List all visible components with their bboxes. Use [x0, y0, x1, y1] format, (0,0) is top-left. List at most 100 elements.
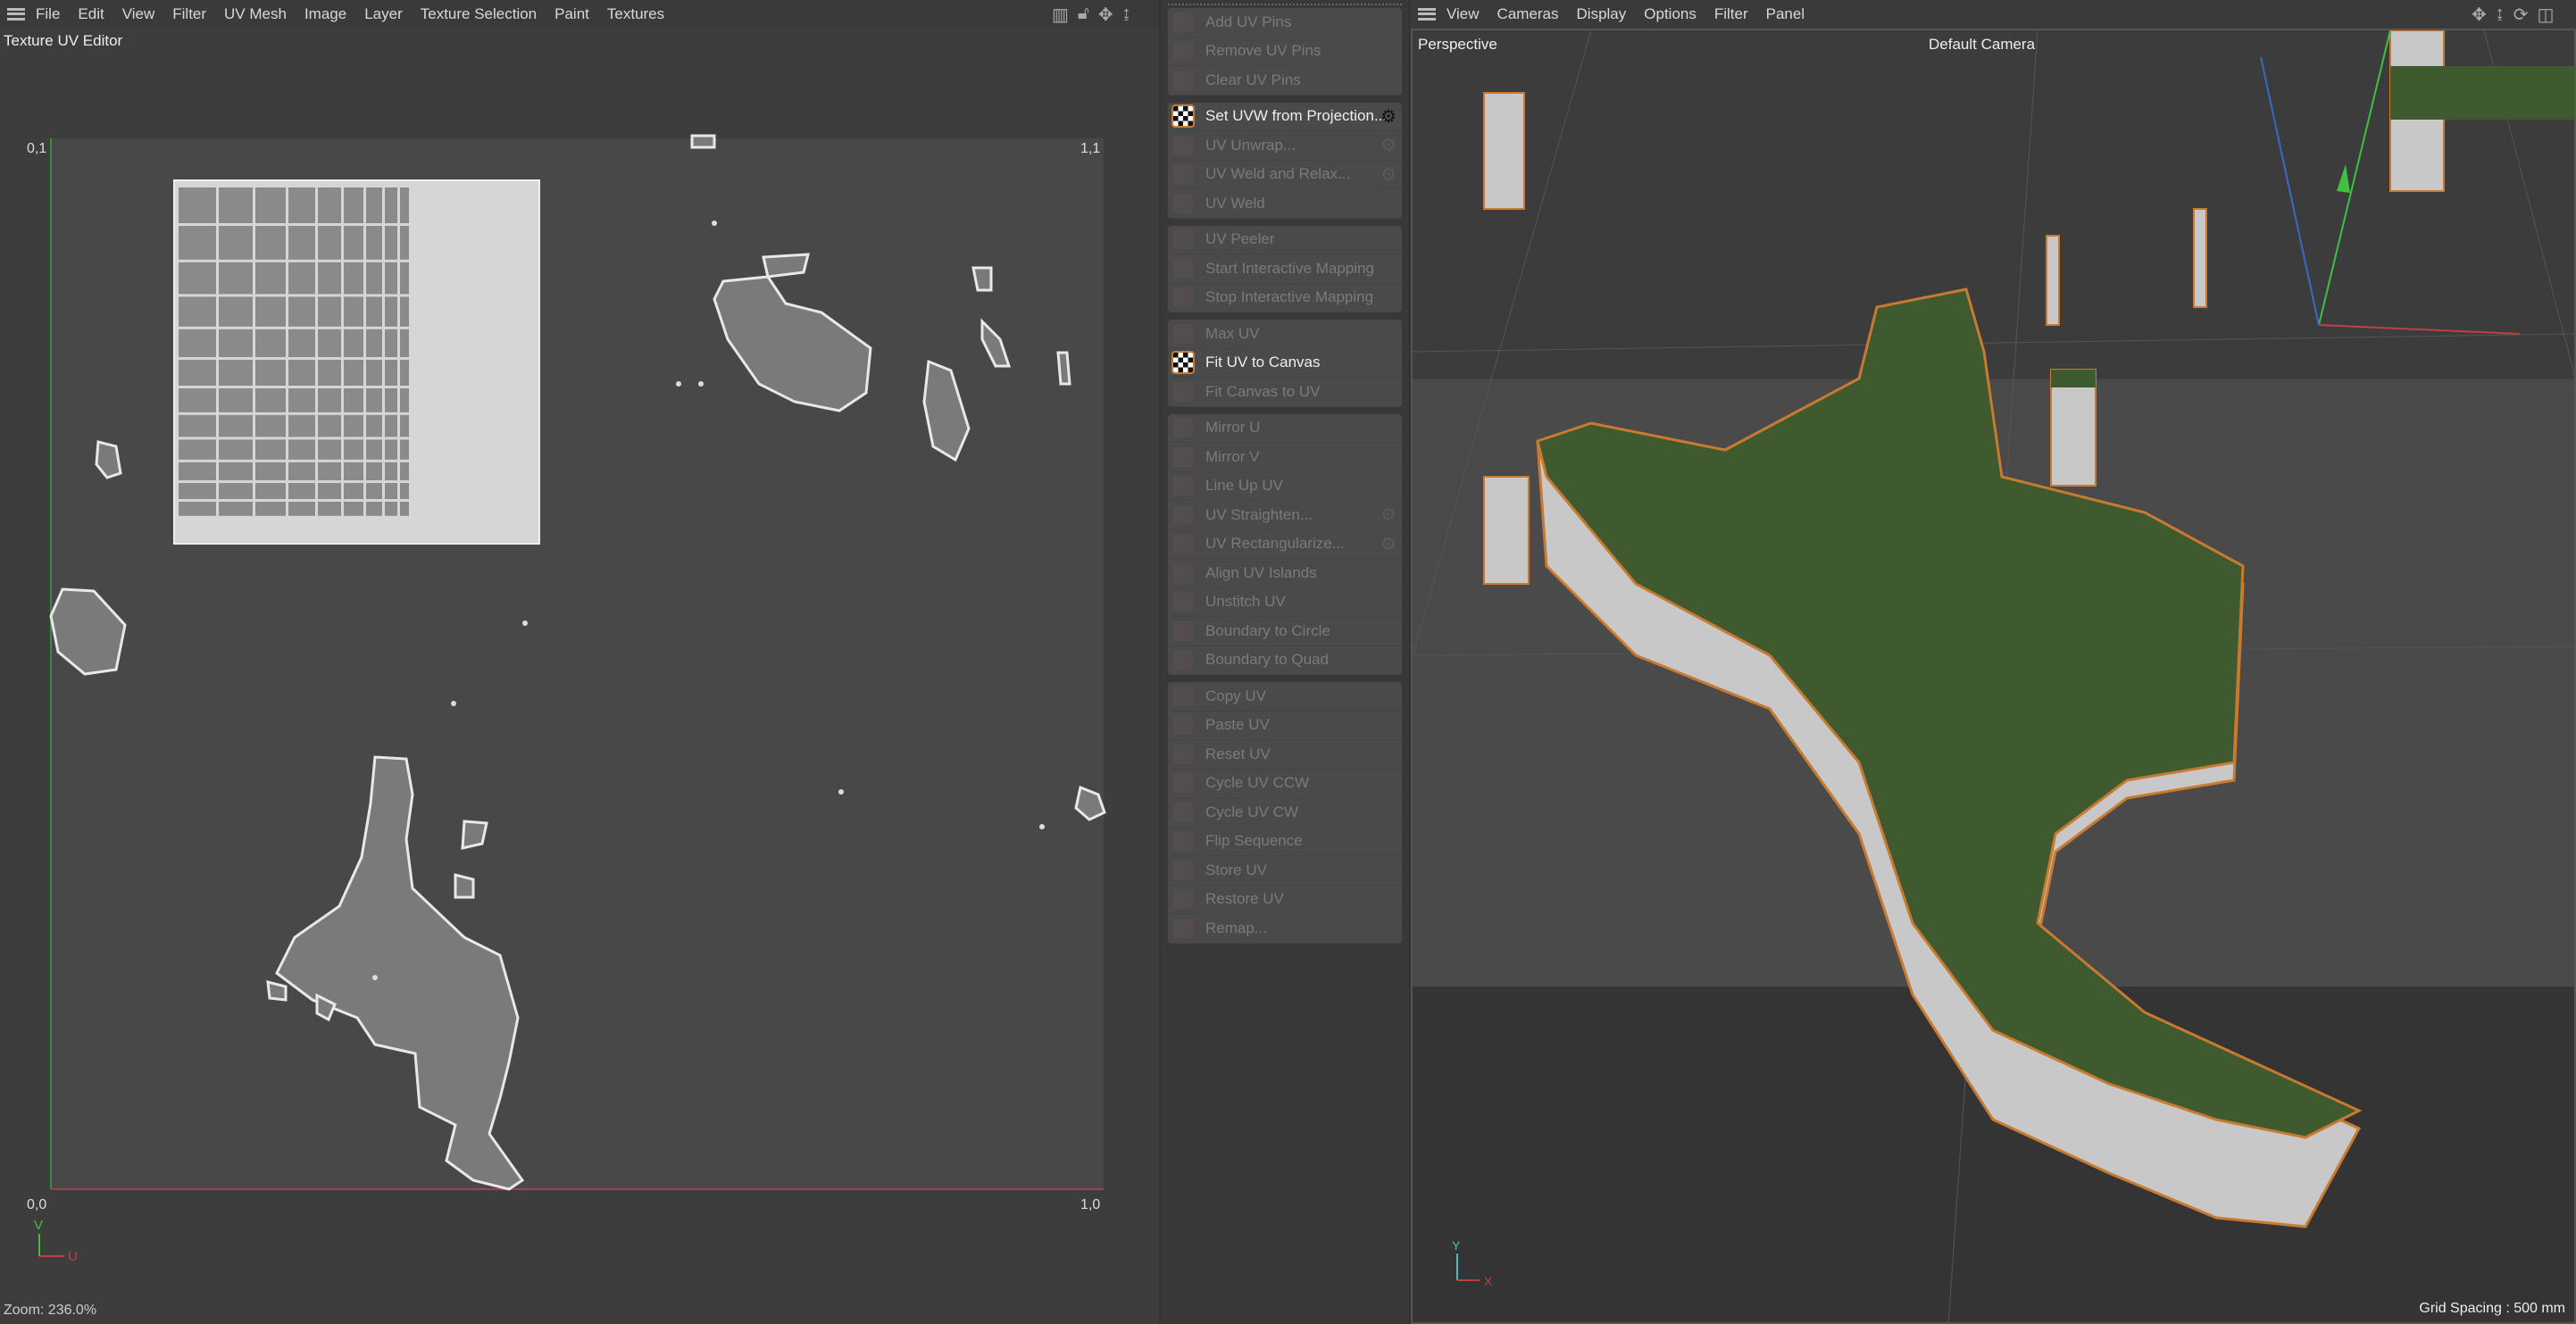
tool-label: Paste UV [1205, 716, 1270, 734]
gear-icon[interactable]: ⚙ [1380, 105, 1396, 128]
tool-clear-uv-pins[interactable]: Clear UV Pins [1168, 66, 1402, 96]
tool-uv-peeler[interactable]: UV Peeler [1168, 226, 1402, 254]
tool-group: Copy UV Paste UV Reset UV Cycle UV CCW Cycle… [1168, 682, 1402, 944]
tool-max-uv[interactable]: Max UV [1168, 320, 1402, 349]
texture-grid-island[interactable] [173, 179, 540, 545]
hamburger-menu-icon[interactable] [1418, 8, 1436, 21]
tool-align-uv-islands[interactable]: Align UV Islands [1168, 559, 1402, 588]
menu-panel[interactable]: Panel [1766, 5, 1805, 23]
tool-group: Max UV Fit UV to Canvas Fit Canvas to UV [1168, 320, 1402, 407]
menu-view[interactable]: View [1446, 5, 1480, 23]
menu-image[interactable]: Image [304, 5, 346, 23]
menu-file[interactable]: File [36, 5, 60, 23]
tool-icon [1173, 41, 1193, 62]
tool-store-uv[interactable]: Store UV [1168, 856, 1402, 886]
gear-icon[interactable]: ⚙ [1380, 163, 1396, 186]
tool-uv-unwrap[interactable]: UV Unwrap... ⚙ [1168, 131, 1402, 161]
tool-unstitch-uv[interactable]: Unstitch UV [1168, 588, 1402, 617]
tool-remap[interactable]: Remap... [1168, 914, 1402, 944]
histogram-icon[interactable]: ▥ [1052, 4, 1069, 26]
tool-uv-straighten[interactable]: UV Straighten... ⚙ [1168, 501, 1402, 530]
menu-texture-selection[interactable]: Texture Selection [421, 5, 537, 23]
uv-header-icons: ▥ 🔓︎ ✥ ↨ [1052, 4, 1131, 26]
gear-icon[interactable]: ⚙ [1380, 134, 1396, 156]
tool-label: Reset UV [1205, 745, 1271, 762]
tool-icon [1173, 70, 1193, 90]
gear-icon[interactable]: ⚙ [1380, 533, 1396, 555]
menu-textures[interactable]: Textures [607, 5, 664, 23]
tool-stop-interactive-mapping[interactable]: Stop Interactive Mapping [1168, 284, 1402, 312]
move-icon[interactable]: ✥ [1098, 4, 1113, 26]
tool-label: Fit UV to Canvas [1205, 354, 1321, 371]
tool-boundary-to-quad[interactable]: Boundary to Quad [1168, 646, 1402, 675]
camera-selector[interactable]: Default Camera [1929, 36, 2035, 54]
tool-flip-sequence[interactable]: Flip Sequence [1168, 828, 1402, 856]
tool-fit-uv-to-canvas[interactable]: Fit UV to Canvas [1168, 349, 1402, 378]
corner-label-1-0: 1,0 [1080, 1197, 1100, 1212]
menu-display[interactable]: Display [1577, 5, 1627, 23]
gear-icon[interactable]: ⚙ [1380, 504, 1396, 526]
tool-fit-canvas-to-uv[interactable]: Fit Canvas to UV [1168, 378, 1402, 407]
uv-island [1056, 351, 1071, 386]
tool-icon [1173, 476, 1193, 496]
uv-commands-toolbar: Add UV Pins Remove UV Pins Clear UV Pins Se… [1161, 0, 1409, 1324]
tool-restore-uv[interactable]: Restore UV [1168, 886, 1402, 914]
tool-label: Clear UV Pins [1205, 71, 1301, 88]
tool-remove-uv-pins[interactable]: Remove UV Pins [1168, 37, 1402, 66]
tool-boundary-to-circle[interactable]: Boundary to Circle [1168, 617, 1402, 646]
tool-label: Flip Sequence [1205, 832, 1303, 850]
tool-icon [1173, 193, 1193, 213]
tool-label: Store UV [1205, 861, 1267, 879]
tool-label: Align UV Islands [1205, 563, 1317, 581]
menu-cameras[interactable]: Cameras [1497, 5, 1559, 23]
menu-paint[interactable]: Paint [554, 5, 589, 23]
tool-label: Max UV [1205, 324, 1260, 342]
tool-uv-rectangularize[interactable]: UV Rectangularize... ⚙ [1168, 530, 1402, 559]
uv-canvas[interactable]: 0,1 1,1 0,0 1,0 V U [0, 54, 1159, 1295]
menu-edit[interactable]: Edit [78, 5, 104, 23]
tool-icon [1173, 773, 1193, 794]
tool-uv-weld[interactable]: UV Weld [1168, 189, 1402, 219]
tool-mirror-v[interactable]: Mirror V [1168, 443, 1402, 472]
tool-label: UV Peeler [1205, 230, 1275, 248]
move-icon[interactable]: ✥ [2472, 4, 2487, 26]
tool-uv-weld-and-relax[interactable]: UV Weld and Relax... ⚙ [1168, 161, 1402, 189]
zoom-icon[interactable]: ↨ [1122, 4, 1131, 26]
tool-icon [1173, 418, 1193, 438]
tool-cycle-uv-ccw[interactable]: Cycle UV CCW [1168, 770, 1402, 798]
tool-line-up-uv[interactable]: Line Up UV [1168, 472, 1402, 501]
tool-label: Mirror U [1205, 419, 1261, 437]
tool-label: Remove UV Pins [1205, 42, 1321, 60]
tool-copy-uv[interactable]: Copy UV [1168, 682, 1402, 712]
lock-icon[interactable]: 🔓︎ [1078, 4, 1089, 26]
menu-view[interactable]: View [122, 5, 155, 23]
menu-filter[interactable]: Filter [172, 5, 206, 23]
tool-mirror-u[interactable]: Mirror U [1168, 414, 1402, 443]
menu-layer[interactable]: Layer [364, 5, 403, 23]
tool-set-uvw-from-projection[interactable]: Set UVW from Projection... ⚙ [1168, 103, 1402, 131]
3d-viewport[interactable]: Y X Perspective Default Camera Grid Spac… [1411, 29, 2576, 1324]
tool-paste-uv[interactable]: Paste UV [1168, 712, 1402, 740]
tool-cycle-uv-cw[interactable]: Cycle UV CW [1168, 798, 1402, 828]
tool-label: UV Weld [1205, 194, 1265, 212]
y-axis-label: Y [1452, 1238, 1461, 1253]
tool-reset-uv[interactable]: Reset UV [1168, 740, 1402, 770]
rotate-icon[interactable]: ⟳ [2513, 4, 2529, 26]
tool-label: Cycle UV CW [1205, 803, 1298, 820]
tool-start-interactive-mapping[interactable]: Start Interactive Mapping [1168, 254, 1402, 284]
hamburger-menu-icon[interactable] [7, 8, 25, 21]
tool-label: UV Rectangularize... [1205, 535, 1345, 553]
tool-icon [1173, 164, 1193, 185]
menu-options[interactable]: Options [1644, 5, 1696, 23]
menu-uv-mesh[interactable]: UV Mesh [224, 5, 287, 23]
tool-icon [1173, 686, 1193, 706]
tool-group: Set UVW from Projection... ⚙ UV Unwrap... ⚙… [1168, 102, 1402, 219]
tool-add-uv-pins[interactable]: Add UV Pins [1168, 8, 1402, 37]
menu-filter[interactable]: Filter [1714, 5, 1748, 23]
tool-label: Cycle UV CCW [1205, 774, 1310, 792]
tool-label: Stop Interactive Mapping [1205, 288, 1374, 306]
maximize-icon[interactable]: ◫ [2538, 4, 2555, 26]
zoom-icon[interactable]: ↨ [2496, 4, 2505, 26]
3d-viewport-panel: View Cameras Display Options Filter Panel ✥ ↨ ⟳… [1411, 0, 2576, 1324]
x-axis-label: X [1484, 1274, 1493, 1288]
